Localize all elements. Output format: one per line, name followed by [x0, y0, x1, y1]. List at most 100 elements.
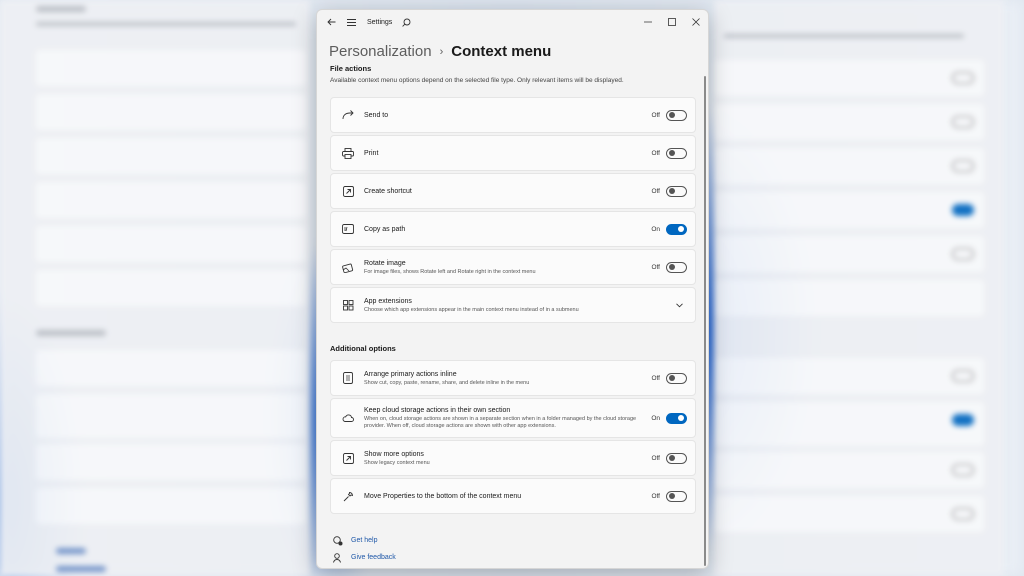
setting-label: Keep cloud storage actions in their own … [364, 407, 511, 414]
setting-rotate-image[interactable]: Rotate image For image files, shows Rota… [330, 249, 696, 285]
bg-line [56, 548, 86, 554]
section-title-additional-options: Additional options [330, 344, 396, 353]
toggle-state-text: Off [651, 187, 660, 195]
setting-label: Send to [364, 111, 389, 119]
copy-path-icon [341, 222, 355, 236]
setting-label: Show more options [364, 450, 424, 458]
bg-toggle [952, 464, 974, 476]
title-bar: Settings [317, 10, 708, 34]
toggle-state-text: Off [651, 492, 660, 500]
toggle-state-text: On [651, 414, 660, 422]
bg-row [36, 138, 306, 174]
setting-label: Create shortcut [364, 187, 412, 195]
toggle-arrange-primary-actions[interactable] [666, 372, 687, 384]
help-links: Get help Give feedback [333, 532, 396, 566]
bg-row [714, 452, 984, 488]
bg-row [36, 488, 306, 524]
maximize-icon [668, 18, 676, 26]
background-settings-panel-left [0, 0, 310, 576]
share-arrow-icon [341, 108, 355, 122]
toggle-print[interactable] [666, 147, 687, 159]
section-description: Available context menu options depend on… [330, 77, 624, 84]
setting-description: Show cut, copy, paste, rename, share, an… [364, 379, 530, 386]
toggle-state-text: Off [651, 263, 660, 271]
setting-move-properties[interactable]: Move Properties to the bottom of the con… [330, 478, 696, 514]
setting-label: Rotate image [364, 259, 406, 267]
toggle-state-text: Off [651, 454, 660, 462]
toggle-show-more-options[interactable] [666, 452, 687, 464]
chevron-down-icon[interactable] [674, 300, 684, 310]
background-settings-panel-right [714, 0, 1004, 576]
more-options-icon [341, 451, 355, 465]
setting-send-to[interactable]: Send to Off [330, 97, 696, 133]
settings-content: File actions Available context menu opti… [330, 62, 696, 516]
setting-label: Print [364, 149, 379, 157]
breadcrumb: Personalization › Context menu [317, 34, 708, 62]
bg-toggle [952, 116, 974, 128]
bg-line [36, 22, 296, 26]
printer-icon [341, 146, 355, 160]
close-button[interactable] [684, 10, 708, 34]
bg-row [714, 402, 984, 446]
toggle-copy-as-path[interactable] [666, 223, 687, 235]
setting-label: Arrange primary actions inline [364, 370, 457, 378]
give-feedback-text[interactable]: Give feedback [351, 554, 396, 561]
get-help-text[interactable]: Get help [351, 537, 377, 544]
breadcrumb-personalization[interactable]: Personalization [329, 43, 432, 60]
arrange-icon [341, 371, 355, 385]
shortcut-icon [341, 184, 355, 198]
breadcrumb-chevron-icon: › [439, 45, 444, 58]
setting-print[interactable]: Print Off [330, 135, 696, 171]
rotate-image-icon [341, 260, 355, 274]
help-chat-icon [333, 535, 343, 546]
setting-cloud-storage-section[interactable]: Keep cloud storage actions in their own … [330, 398, 696, 438]
setting-app-extensions[interactable]: App extensions Choose which app extensio… [330, 287, 696, 323]
setting-create-shortcut[interactable]: Create shortcut Off [330, 173, 696, 209]
setting-description: Show legacy context menu [364, 459, 430, 466]
bg-row [714, 104, 984, 140]
setting-label: App extensions [364, 297, 412, 305]
search-icon[interactable] [400, 16, 412, 28]
bg-row [36, 94, 306, 130]
minimize-button[interactable] [636, 10, 660, 34]
setting-arrange-primary-actions[interactable]: Arrange primary actions inline Show cut,… [330, 360, 696, 396]
get-help-link[interactable]: Get help [333, 532, 396, 549]
toggle-state-text: On [651, 225, 660, 233]
bg-line [56, 566, 106, 572]
toggle-create-shortcut[interactable] [666, 185, 687, 197]
setting-description: For image files, shows Rotate left and R… [364, 268, 536, 275]
setting-copy-as-path[interactable]: Copy as path On [330, 211, 696, 247]
section-title-file-actions: File actions [330, 64, 372, 73]
bg-toggle [952, 160, 974, 172]
toggle-cloud-storage-section[interactable] [666, 412, 687, 424]
settings-window: Settings Personalization › Context menu … [316, 9, 709, 569]
vertical-scrollbar[interactable] [704, 76, 706, 566]
bg-toggle [952, 414, 974, 426]
bg-row [714, 358, 984, 394]
give-feedback-link[interactable]: Give feedback [333, 549, 396, 566]
back-arrow-icon[interactable] [325, 16, 337, 28]
page-title: Context menu [451, 43, 552, 60]
toggle-rotate-image[interactable] [666, 261, 687, 273]
toggle-state-text: Off [651, 111, 660, 119]
bg-row [36, 444, 306, 480]
maximize-button[interactable] [660, 10, 684, 34]
setting-label: Move Properties to the bottom of the con… [364, 492, 522, 500]
bg-toggle [952, 508, 974, 520]
cloud-icon [341, 411, 355, 425]
bg-toggle [952, 204, 974, 216]
bg-row [36, 270, 306, 306]
bg-toggle [952, 72, 974, 84]
bg-line [36, 6, 86, 12]
bg-row [36, 350, 306, 386]
toggle-state-text: Off [651, 149, 660, 157]
wrench-icon [341, 489, 355, 503]
hamburger-menu-icon[interactable] [345, 16, 357, 28]
apps-grid-icon [341, 298, 355, 312]
minimize-icon [644, 21, 652, 23]
setting-show-more-options[interactable]: Show more options Show legacy context me… [330, 440, 696, 476]
toggle-move-properties[interactable] [666, 490, 687, 502]
bg-row [714, 148, 984, 184]
toggle-send-to[interactable] [666, 109, 687, 121]
bg-line [724, 34, 964, 38]
